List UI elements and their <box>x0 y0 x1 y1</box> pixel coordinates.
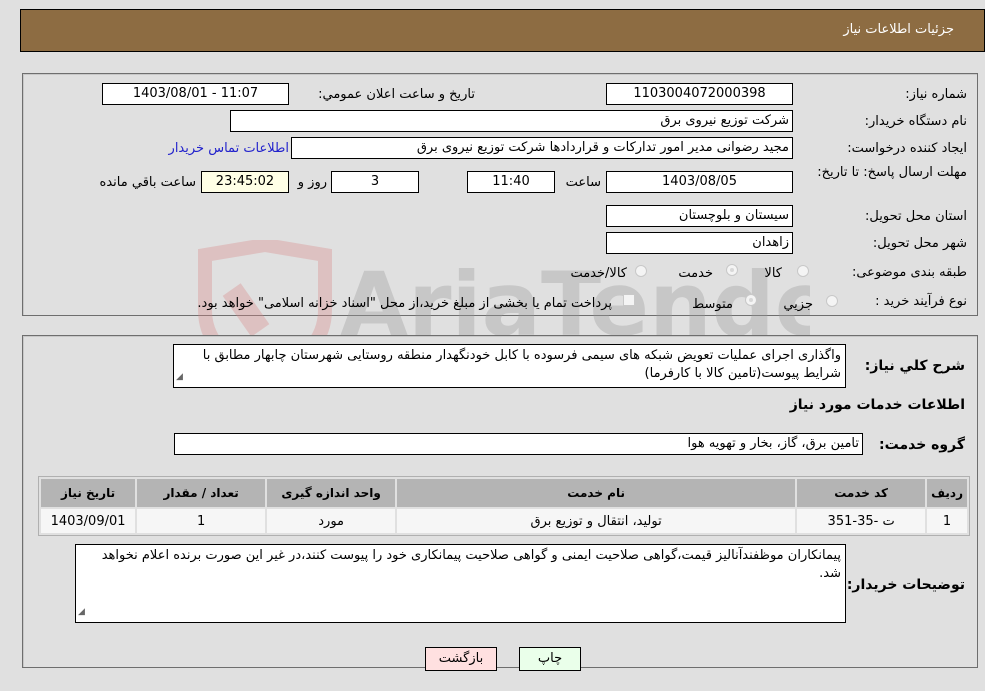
process-option-minor: جزيي <box>783 297 813 312</box>
service-group-field[interactable]: تامین برق، گاز، بخار و تهویه هوا <box>174 433 863 455</box>
back-button[interactable]: بازگشت <box>425 647 497 671</box>
deadline-date-field[interactable]: 1403/08/05 <box>606 171 793 193</box>
need-number-label: شماره نیاز: <box>905 87 967 102</box>
cell-need-date: 1403/09/01 <box>41 509 136 533</box>
cell-row-number: 1 <box>927 509 967 533</box>
treasury-checkbox[interactable] <box>623 294 635 306</box>
deadline-time-label: ساعت <box>565 175 601 190</box>
resize-handle-icon[interactable]: ◢ <box>176 368 183 386</box>
deadline-time-field[interactable]: 11:40 <box>467 171 555 193</box>
table-row: 1 ت -35-351 تولید، انتقال و توزیع برق مو… <box>41 509 967 533</box>
city-label: شهر محل تحویل: <box>872 236 967 251</box>
province-field[interactable]: سیستان و بلوچستان <box>606 205 793 227</box>
buyer-org-field[interactable]: شرکت توزیع نیروی برق <box>230 110 793 132</box>
resize-handle-icon[interactable]: ◢ <box>78 603 85 621</box>
col-row-number: ردیف <box>927 479 967 507</box>
announce-label: تاريخ و ساعت اعلان عمومي: <box>318 87 475 102</box>
description-field[interactable]: واگذاری اجرای عملیات تعویض شبکه های سیمی… <box>173 344 846 388</box>
buyer-notes-label: توضیحات خریدار: <box>846 577 965 593</box>
province-label: استان محل تحویل: <box>865 209 967 224</box>
page-title: جزئیات اطلاعات نیاز <box>843 22 954 37</box>
cell-service-code: ت -35-351 <box>797 509 926 533</box>
buyer-org-label: نام دستگاه خریدار: <box>864 114 967 129</box>
category-radio-service[interactable] <box>726 264 738 276</box>
cell-quantity: 1 <box>137 509 266 533</box>
col-need-date: تاریخ نیاز <box>41 479 136 507</box>
category-option-goods-service: کالا/خدمت <box>570 266 627 281</box>
buyer-notes-text: پیمانکاران موظفندآنالیز قیمت،گواهی صلاحی… <box>101 548 841 581</box>
days-remaining-field[interactable]: 3 <box>331 171 419 193</box>
cell-unit: مورد <box>267 509 396 533</box>
description-text: واگذاری اجرای عملیات تعویض شبکه های سیمی… <box>202 348 841 381</box>
col-service-name: نام خدمت <box>397 479 796 507</box>
buyer-contact-link[interactable]: اطلاعات تماس خریدار <box>169 141 289 156</box>
category-label: طبقه بندی موضوعی: <box>851 265 967 280</box>
table-header-row: ردیف کد خدمت نام خدمت واحد اندازه گیری ت… <box>41 479 967 507</box>
category-radio-goods-service[interactable] <box>635 265 647 277</box>
days-label: روز و <box>297 175 327 190</box>
category-option-goods: کالا <box>764 266 782 281</box>
treasury-note: پرداخت تمام یا بخشی از مبلغ خرید،از محل … <box>197 296 612 311</box>
need-number-field[interactable]: 1103004072000398 <box>606 83 793 105</box>
services-table: ردیف کد خدمت نام خدمت واحد اندازه گیری ت… <box>38 476 970 536</box>
page-header: جزئیات اطلاعات نیاز <box>20 9 985 52</box>
cell-service-name: تولید، انتقال و توزیع برق <box>397 509 796 533</box>
process-radio-medium[interactable] <box>745 294 757 306</box>
time-remaining-label: ساعت باقي مانده <box>99 175 196 190</box>
description-label: شرح کلي نياز: <box>864 358 965 374</box>
process-radio-minor[interactable] <box>826 295 838 307</box>
creator-field[interactable]: مجید رضوانی مدیر امور تدارکات و قرارداده… <box>291 137 793 159</box>
category-option-service: خدمت <box>678 266 713 281</box>
process-label: نوع فرآیند خرید : <box>875 294 967 309</box>
deadline-label: مهلت ارسال پاسخ: تا تاریخ: <box>817 165 967 180</box>
time-remaining-field: 23:45:02 <box>201 171 289 193</box>
services-heading: اطلاعات خدمات مورد نیاز <box>789 397 965 413</box>
service-group-label: گروه خدمت: <box>879 437 965 453</box>
process-option-medium: متوسط <box>692 297 733 312</box>
creator-label: ایجاد کننده درخواست: <box>847 141 967 156</box>
city-field[interactable]: زاهدان <box>606 232 793 254</box>
announce-datetime-field[interactable]: 1403/08/01 - 11:07 <box>102 83 289 105</box>
buyer-notes-field[interactable]: پیمانکاران موظفندآنالیز قیمت،گواهی صلاحی… <box>75 544 846 623</box>
col-service-code: کد خدمت <box>797 479 926 507</box>
category-radio-goods[interactable] <box>797 265 809 277</box>
col-quantity: تعداد / مقدار <box>137 479 266 507</box>
print-button[interactable]: چاپ <box>519 647 581 671</box>
col-unit: واحد اندازه گیری <box>267 479 396 507</box>
